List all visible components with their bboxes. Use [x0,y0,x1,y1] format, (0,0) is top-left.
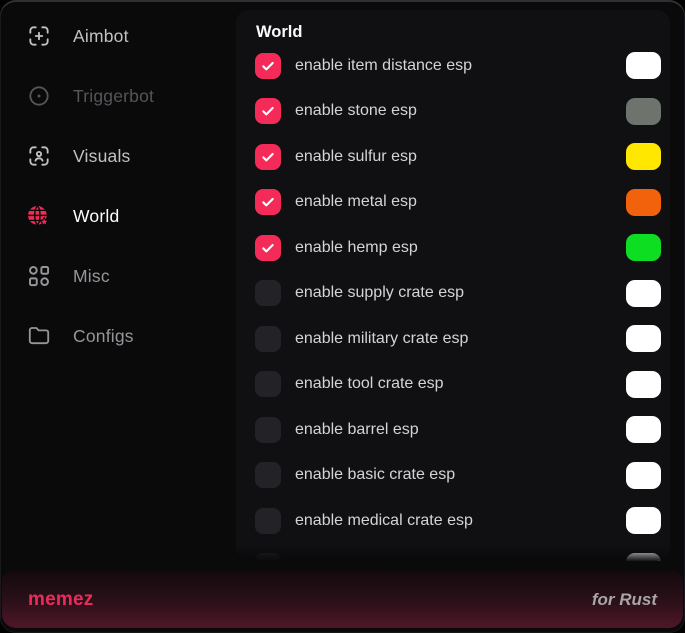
world-panel: World enable item distance esp enable st… [236,10,670,561]
color-swatch[interactable] [626,143,661,170]
check-icon [260,103,276,119]
setting-label: enable stone esp [295,102,417,120]
table-row: enable hemp esp [236,225,670,271]
checkbox[interactable] [255,553,281,561]
check-icon [260,149,276,165]
sidebar-item-label: Visuals [73,146,131,167]
cheat-menu-window: Aimbot Triggerbot Visuals World Misc Con… [0,0,685,633]
panel-title: World [256,23,670,42]
setting-label: enable item distance esp [295,57,472,75]
sidebar-item-label: Aimbot [73,26,129,47]
check-icon [260,240,276,256]
color-swatch[interactable] [626,234,661,261]
setting-label: enable sulfur esp [295,148,417,166]
sidebar-item-label: Triggerbot [73,86,154,107]
table-row: enable stone esp [236,89,670,135]
check-icon [260,194,276,210]
color-swatch[interactable] [626,52,661,79]
setting-label: enable hemp esp [295,239,418,257]
setting-label: enable basic crate esp [295,466,455,484]
color-swatch[interactable] [626,280,661,307]
sidebar-item-configs[interactable]: Configs [0,306,234,366]
setting-label: enable metal esp [295,193,417,211]
checkbox[interactable] [255,235,281,261]
table-row: enable basic crate esp [236,453,670,499]
setting-label: enable barrel esp [295,421,419,439]
sidebar-item-world[interactable]: World [0,186,234,246]
color-swatch[interactable] [626,98,661,125]
color-swatch[interactable] [626,371,661,398]
sidebar-item-label: Misc [73,266,110,287]
checkbox[interactable] [255,98,281,124]
checkbox[interactable] [255,53,281,79]
sidebar-item-label: World [73,206,119,227]
crosshair-plus-icon [25,23,52,50]
checkbox[interactable] [255,144,281,170]
folder-icon [25,323,52,350]
brand-subtitle: for Rust [592,590,657,610]
color-swatch[interactable] [626,553,661,561]
grid-category-icon [25,263,52,290]
table-row: enable military crate esp [236,316,670,362]
globe-star-icon [25,203,52,230]
color-swatch[interactable] [626,189,661,216]
target-dot-icon [25,83,52,110]
sidebar-item-visuals[interactable]: Visuals [0,126,234,186]
table-row-clipped [236,544,670,562]
person-scan-icon [25,143,52,170]
sidebar: Aimbot Triggerbot Visuals World Misc Con… [0,6,234,366]
table-row: enable barrel esp [236,407,670,453]
color-swatch[interactable] [626,507,661,534]
checkbox[interactable] [255,462,281,488]
brand-label: memez [28,589,93,611]
checkbox[interactable] [255,417,281,443]
table-row: enable supply crate esp [236,271,670,317]
checkbox[interactable] [255,189,281,215]
color-swatch[interactable] [626,462,661,489]
setting-label: enable tool crate esp [295,375,444,393]
checkbox[interactable] [255,508,281,534]
table-row: enable medical crate esp [236,498,670,544]
footer-bar: memez for Rust [2,571,683,628]
setting-label: enable military crate esp [295,330,468,348]
checkbox[interactable] [255,371,281,397]
sidebar-item-aimbot[interactable]: Aimbot [0,6,234,66]
table-row: enable tool crate esp [236,362,670,408]
table-row: enable sulfur esp [236,134,670,180]
checkbox[interactable] [255,326,281,352]
color-swatch[interactable] [626,325,661,352]
setting-label: enable supply crate esp [295,284,464,302]
checkbox[interactable] [255,280,281,306]
color-swatch[interactable] [626,416,661,443]
sidebar-item-misc[interactable]: Misc [0,246,234,306]
sidebar-item-label: Configs [73,326,134,347]
table-row: enable item distance esp [236,43,670,89]
settings-list: enable item distance esp enable stone es… [236,43,670,561]
check-icon [260,58,276,74]
sidebar-item-triggerbot[interactable]: Triggerbot [0,66,234,126]
table-row: enable metal esp [236,180,670,226]
setting-label: enable medical crate esp [295,512,473,530]
